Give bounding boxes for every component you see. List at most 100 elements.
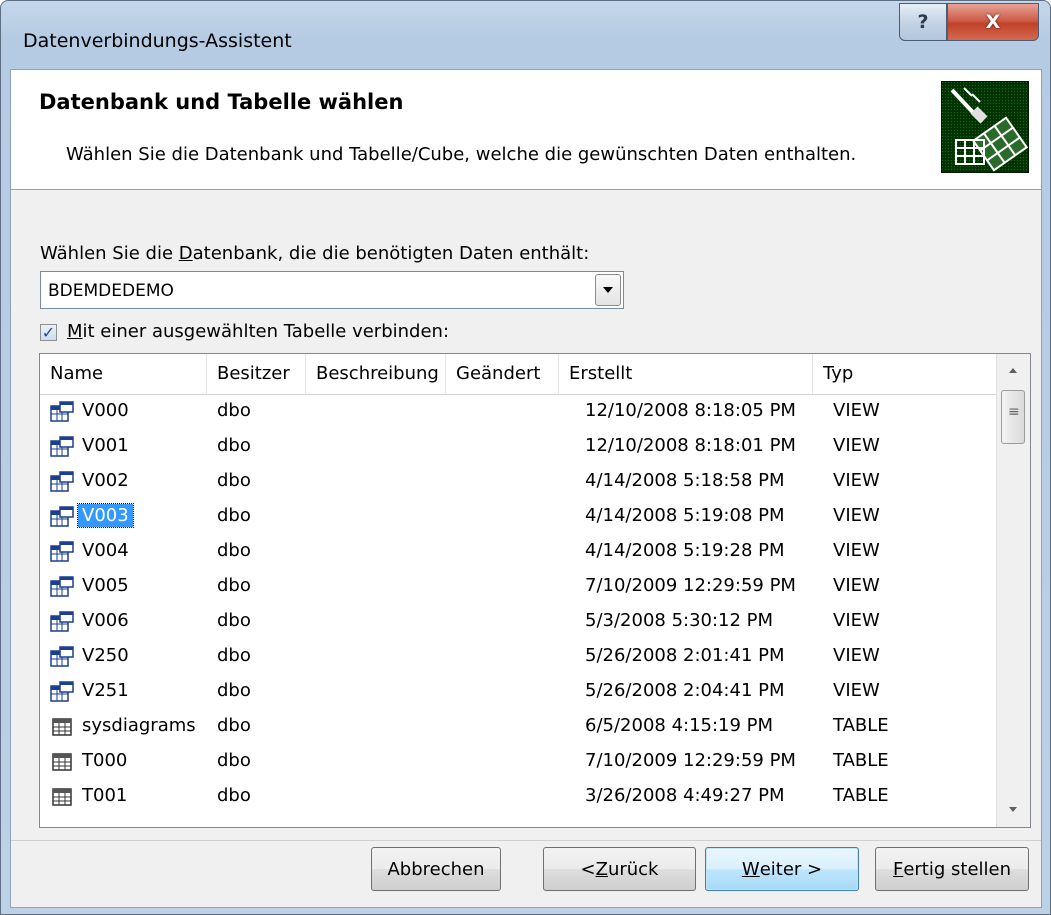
view-icon	[50, 611, 74, 633]
title-bar[interactable]: Datenverbindungs-Assistent ? X	[1, 1, 1050, 79]
row-type: VIEW	[833, 610, 880, 631]
row-type: TABLE	[833, 715, 889, 736]
table-icon	[50, 786, 74, 808]
table-row[interactable]: T000 dbo 7/10/2009 12:29:59 PM TABLE	[40, 745, 1000, 779]
table-icon	[50, 751, 74, 773]
table-row[interactable]: V002 dbo 4/14/2008 5:18:58 PM VIEW	[40, 465, 1000, 499]
table-row[interactable]: V004 dbo 4/14/2008 5:19:28 PM VIEW	[40, 535, 1000, 569]
table-list[interactable]: Name Besitzer Beschreibung Geändert Erst…	[39, 353, 1031, 828]
column-header-created[interactable]: Erstellt	[559, 354, 813, 394]
close-icon: X	[985, 11, 1001, 33]
row-created: 4/14/2008 5:19:28 PM	[585, 540, 785, 561]
connect-table-accesskey: M	[67, 321, 83, 342]
column-header-type[interactable]: Typ	[813, 354, 1000, 394]
row-created: 5/26/2008 2:04:41 PM	[585, 680, 785, 701]
column-header-name[interactable]: Name	[40, 354, 207, 394]
row-type: VIEW	[833, 540, 880, 561]
table-row[interactable]: V005 dbo 7/10/2009 12:29:59 PM VIEW	[40, 570, 1000, 604]
row-owner: dbo	[217, 645, 251, 666]
back-button[interactable]: < Zurück	[543, 847, 696, 891]
database-label-text: Wählen Sie die	[40, 243, 179, 264]
row-owner: dbo	[217, 540, 251, 561]
window-title: Datenverbindungs-Assistent	[23, 30, 292, 52]
row-owner: dbo	[217, 435, 251, 456]
row-type: TABLE	[833, 785, 889, 806]
row-created: 5/26/2008 2:01:41 PM	[585, 645, 785, 666]
view-icon	[50, 681, 74, 703]
row-owner: dbo	[217, 680, 251, 701]
view-icon	[50, 576, 74, 598]
scroll-down-icon[interactable]	[997, 793, 1030, 827]
database-label-accesskey: D	[178, 243, 193, 264]
back-button-accesskey: Z	[595, 858, 608, 880]
row-type: VIEW	[833, 575, 880, 596]
row-created: 12/10/2008 8:18:01 PM	[585, 435, 796, 456]
back-button-prefix: <	[580, 858, 596, 880]
table-row[interactable]: sysdiagrams dbo 6/5/2008 4:15:19 PM TABLE	[40, 710, 1000, 744]
row-name: T000	[82, 750, 128, 771]
table-row[interactable]: V003 dbo 4/14/2008 5:19:08 PM VIEW	[40, 500, 1000, 534]
help-icon: ?	[917, 11, 929, 33]
database-label: Wählen Sie die Datenbank, die die benöti…	[40, 243, 589, 264]
database-dropdown-value: BDEMDEDEMO	[48, 281, 174, 301]
chevron-down-icon[interactable]	[595, 274, 621, 306]
dialog-window: Datenverbindungs-Assistent ? X Datenbank…	[0, 0, 1051, 915]
view-icon	[50, 471, 74, 493]
row-name: V005	[82, 575, 129, 596]
finish-button-accesskey: F	[892, 858, 904, 880]
table-list-header: Name Besitzer Beschreibung Geändert Erst…	[40, 354, 1000, 395]
connect-table-label[interactable]: Mit einer ausgewählten Tabelle verbinden…	[67, 321, 449, 342]
page-subtitle: Wählen Sie die Datenbank und Tabelle/Cub…	[66, 144, 857, 165]
table-row[interactable]: V251 dbo 5/26/2008 2:04:41 PM VIEW	[40, 675, 1000, 709]
column-header-description[interactable]: Beschreibung	[306, 354, 446, 394]
row-created: 12/10/2008 8:18:05 PM	[585, 400, 796, 421]
table-row[interactable]: V250 dbo 5/26/2008 2:01:41 PM VIEW	[40, 640, 1000, 674]
row-created: 4/14/2008 5:18:58 PM	[585, 470, 785, 491]
finish-button-label: ertig stellen	[903, 858, 1012, 880]
row-owner: dbo	[217, 610, 251, 631]
help-button[interactable]: ?	[899, 3, 947, 41]
row-created: 7/10/2009 12:29:59 PM	[585, 575, 796, 596]
connect-table-checkbox[interactable]: ✓	[40, 324, 57, 341]
row-owner: dbo	[217, 400, 251, 421]
row-owner: dbo	[217, 505, 251, 526]
connect-table-label-text: it einer ausgewählten Tabelle verbinden:	[82, 321, 450, 342]
row-name: V002	[82, 470, 129, 491]
row-name: V003	[77, 503, 134, 528]
back-button-label: urück	[607, 858, 659, 880]
checkmark-icon: ✓	[41, 323, 56, 342]
row-created: 3/26/2008 4:49:27 PM	[585, 785, 785, 806]
row-created: 6/5/2008 4:15:19 PM	[585, 715, 774, 736]
next-button[interactable]: Weiter >	[705, 847, 859, 891]
vertical-scrollbar[interactable]	[996, 354, 1030, 827]
column-header-owner[interactable]: Besitzer	[207, 354, 306, 394]
next-button-accesskey: W	[741, 858, 760, 880]
table-row[interactable]: T001 dbo 3/26/2008 4:49:27 PM TABLE	[40, 780, 1000, 814]
close-button[interactable]: X	[947, 3, 1039, 41]
table-row[interactable]: V000 dbo 12/10/2008 8:18:05 PM VIEW	[40, 395, 1000, 429]
scroll-thumb[interactable]	[1001, 390, 1025, 444]
footer-divider	[11, 840, 1041, 841]
wizard-header: Datenbank und Tabelle wählen Wählen Sie …	[11, 70, 1041, 190]
row-owner: dbo	[217, 470, 251, 491]
view-icon	[50, 436, 74, 458]
view-icon	[50, 401, 74, 423]
column-header-modified[interactable]: Geändert	[446, 354, 559, 394]
table-row[interactable]: V001 dbo 12/10/2008 8:18:01 PM VIEW	[40, 430, 1000, 464]
table-icon	[50, 716, 74, 738]
row-type: VIEW	[833, 435, 880, 456]
scroll-up-icon[interactable]	[997, 354, 1030, 388]
finish-button[interactable]: Fertig stellen	[875, 847, 1029, 891]
view-icon	[50, 506, 74, 528]
cancel-button[interactable]: Abbrechen	[371, 847, 501, 891]
row-name: sysdiagrams	[82, 715, 196, 736]
row-type: VIEW	[833, 680, 880, 701]
view-icon	[50, 541, 74, 563]
page-title: Datenbank und Tabelle wählen	[39, 90, 404, 114]
next-button-label: eiter >	[759, 858, 823, 880]
row-name: V000	[82, 400, 129, 421]
database-dropdown[interactable]: BDEMDEDEMO	[40, 271, 624, 309]
table-row[interactable]: V006 dbo 5/3/2008 5:30:12 PM VIEW	[40, 605, 1000, 639]
view-icon	[50, 646, 74, 668]
row-created: 5/3/2008 5:30:12 PM	[585, 610, 774, 631]
